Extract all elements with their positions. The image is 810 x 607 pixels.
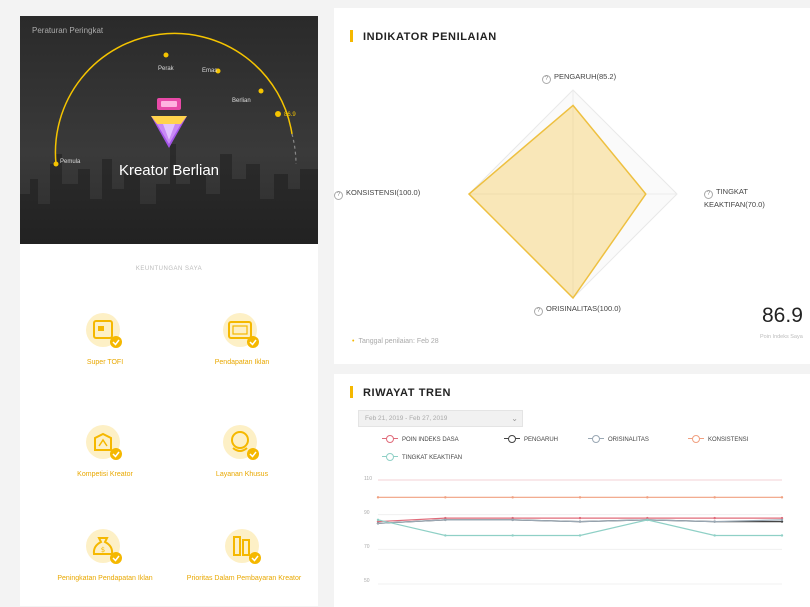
help-icon[interactable]: ? xyxy=(542,75,551,84)
data-point xyxy=(646,518,649,522)
svg-text:$: $ xyxy=(101,546,105,554)
data-point xyxy=(780,518,784,522)
radar-value-area xyxy=(467,104,647,300)
data-point xyxy=(444,518,447,522)
trend-panel: RIWAYAT TREN Feb 21, 2019 - Feb 27, 2019… xyxy=(334,374,810,607)
level-name: Kreator Berlian xyxy=(118,162,220,179)
arc-label-perak: Perak xyxy=(158,66,174,72)
benefit-label: Kompetisi Kreator xyxy=(77,471,133,478)
benefit-label: Super TOFI xyxy=(86,359,124,366)
help-icon[interactable]: ? xyxy=(704,190,713,199)
help-icon[interactable]: ? xyxy=(334,191,343,200)
data-point xyxy=(511,534,514,537)
indicator-panel: INDIKATOR PENILAIAN ? PENGARUH(85.2) ? TIN… xyxy=(334,8,810,364)
certificate-icon xyxy=(85,312,125,352)
arc-label-berlian: Berlian xyxy=(232,98,251,104)
service-icon xyxy=(222,424,262,464)
radar-label-konsistensi: ? KONSISTENSI(100.0) xyxy=(334,188,420,200)
radar-chart xyxy=(467,89,678,300)
page: Peraturan Peringkat Pemula Perak Emas Be… xyxy=(0,0,810,607)
trend-line-chart xyxy=(376,479,784,585)
money-bag-icon: $ xyxy=(85,528,125,568)
level-hero: Peraturan Peringkat Pemula Perak Emas Be… xyxy=(20,16,318,244)
radar-label-pengaruh: ? PENGARUH(85.2) xyxy=(542,72,616,84)
total-score-caption: Poin Indeks Saya xyxy=(760,334,803,340)
data-point xyxy=(578,516,582,520)
data-point xyxy=(646,496,649,499)
radar-label-text: ORISINALITAS(100.0) xyxy=(546,304,621,313)
data-point xyxy=(713,516,716,520)
data-point xyxy=(713,534,716,537)
radar-label-text: TINGKAT xyxy=(716,187,748,196)
competition-icon xyxy=(85,424,125,464)
data-point xyxy=(444,534,447,537)
radar-label-keaktifan: ? TINGKAT KEAKTIFAN(70.0) xyxy=(704,186,765,211)
data-point xyxy=(444,496,447,499)
data-point xyxy=(713,496,716,499)
evaluation-date: • Tanggal penilaian: Feb 28 xyxy=(352,338,439,345)
data-point xyxy=(578,534,582,537)
benefit-layanan-khusus[interactable]: Layanan Khusus xyxy=(182,424,302,480)
benefit-label: Layanan Khusus xyxy=(215,471,269,478)
benefit-label: Prioritas Dalam Pembayaran Kreator xyxy=(186,575,302,582)
data-point xyxy=(578,520,582,523)
radar-label-orisinalitas: ? ORISINALITAS(100.0) xyxy=(534,304,621,316)
data-point xyxy=(376,518,380,522)
radar-label-text: KEAKTIFAN(70.0) xyxy=(704,200,765,209)
benefit-peningkatan-pendapatan-iklan[interactable]: $ Peningkatan Pendapatan Iklan xyxy=(36,528,174,584)
level-panel: Peraturan Peringkat Pemula Perak Emas Be… xyxy=(20,16,318,606)
data-point xyxy=(376,496,380,499)
evaluation-date-text: Tanggal penilaian: Feb 28 xyxy=(358,338,439,345)
arc-label-score: 86.9 xyxy=(284,112,296,118)
benefit-label: Pendapatan Iklan xyxy=(214,359,270,366)
radar-label-text: KONSISTENSI(100.0) xyxy=(346,188,421,197)
data-point xyxy=(780,496,784,499)
data-point xyxy=(511,518,514,522)
radar-label-text: PENGARUH(85.2) xyxy=(554,72,617,81)
data-point xyxy=(780,534,784,537)
benefit-super-tofi[interactable]: Super TOFI xyxy=(45,312,165,368)
ad-icon xyxy=(222,312,262,352)
priority-icon xyxy=(224,528,264,568)
diamond-badge-icon xyxy=(151,98,187,148)
help-icon[interactable]: ? xyxy=(534,307,543,316)
total-score: 86.9 xyxy=(762,304,803,327)
benefit-label: Peningkatan Pendapatan Iklan xyxy=(57,575,153,582)
data-point xyxy=(511,496,514,499)
data-point xyxy=(578,496,582,499)
data-point xyxy=(376,522,380,525)
benefits-title: KEUNTUNGAN SAYA xyxy=(135,266,203,272)
benefit-prioritas-pembayaran[interactable]: Prioritas Dalam Pembayaran Kreator xyxy=(176,528,312,584)
arc-label-emas: Emas xyxy=(202,68,218,74)
benefit-kompetisi-kreator[interactable]: Kompetisi Kreator xyxy=(45,424,165,480)
benefit-pendapatan-iklan[interactable]: Pendapatan Iklan xyxy=(182,312,302,368)
bullet-dot: • xyxy=(352,338,355,345)
data-point xyxy=(713,520,716,523)
